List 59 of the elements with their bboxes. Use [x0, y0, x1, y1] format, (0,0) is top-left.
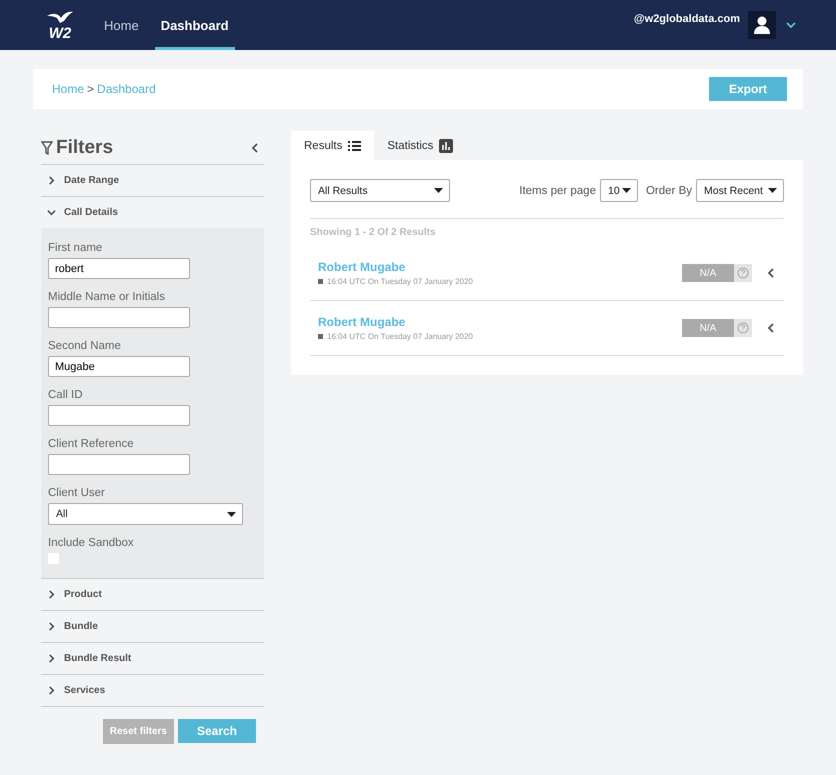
text-field[interactable]: robert	[48, 258, 190, 279]
status-label: N/A	[682, 319, 734, 337]
field-label: First name	[48, 242, 104, 254]
text-field[interactable]	[48, 454, 190, 475]
help-icon[interactable]	[734, 319, 752, 337]
chevron-icon	[47, 176, 56, 185]
chevron-icon	[47, 686, 56, 695]
tab[interactable]: Results	[291, 131, 374, 160]
caret-icon	[434, 188, 443, 193]
collapse-icon[interactable]	[250, 142, 260, 152]
caret-icon	[768, 188, 777, 193]
select-field[interactable]: All	[48, 503, 243, 525]
field-label: Client Reference	[48, 438, 135, 450]
expand-icon[interactable]	[766, 323, 776, 333]
filter-icon	[41, 140, 53, 154]
square-icon	[318, 334, 323, 339]
result-time: 16:04 UTC On Tuesday 07 January 2020	[327, 332, 473, 341]
help-icon[interactable]	[734, 264, 752, 282]
items-per-page-select[interactable]: 10	[600, 179, 638, 202]
result-time: 16:04 UTC On Tuesday 07 January 2020	[327, 277, 473, 286]
list-icon	[348, 140, 362, 150]
filter-section-header[interactable]: Product	[41, 579, 264, 610]
chevron-icon	[47, 654, 56, 663]
nav-link[interactable]: Dashboard	[154, 0, 235, 50]
square-icon	[318, 279, 323, 284]
filter-section-header[interactable]: Services	[41, 675, 264, 706]
text-field[interactable]	[48, 405, 190, 426]
items-per-page-label: Items per page	[519, 184, 596, 196]
filter-section-header[interactable]: Date Range	[41, 165, 264, 196]
results-summary: Showing 1 - 2 Of 2 Results	[310, 226, 437, 240]
caret-icon	[227, 512, 236, 516]
filters-title: Filters	[56, 136, 114, 158]
field-label: Middle Name or Initials	[48, 291, 166, 303]
logo[interactable]: W2	[42, 0, 78, 50]
field-label: Client User	[48, 487, 106, 499]
chevron-icon	[47, 208, 56, 217]
filter-section-header[interactable]: Bundle Result	[41, 643, 264, 674]
status-label: N/A	[682, 264, 734, 282]
field-label: Call ID	[48, 389, 84, 401]
nav-link[interactable]: Home	[98, 0, 145, 50]
filter-section-header[interactable]: Bundle	[41, 611, 264, 642]
bar-chart-icon	[439, 138, 454, 152]
caret-icon	[622, 188, 631, 193]
chevron-icon	[47, 622, 56, 631]
tab[interactable]: Statistics	[374, 131, 466, 160]
avatar-icon[interactable]	[748, 11, 776, 39]
text-field[interactable]: Mugabe	[48, 356, 190, 377]
field-label: Second Name	[48, 340, 122, 352]
order-by-label: Order By	[646, 184, 692, 196]
order-by-select[interactable]: Most Recent	[696, 179, 784, 202]
chevron-icon	[47, 590, 56, 599]
filter-section-header[interactable]: Call Details	[41, 197, 264, 228]
chevron-down-icon[interactable]	[786, 20, 796, 30]
text-field[interactable]	[48, 307, 190, 328]
expand-icon[interactable]	[766, 268, 776, 278]
results-filter-select[interactable]: All Results	[310, 179, 450, 202]
field-label: Include Sandbox	[48, 537, 135, 549]
breadcrumb-separator: >	[87, 82, 94, 96]
user-email: @w2globaldata.com	[634, 13, 740, 25]
